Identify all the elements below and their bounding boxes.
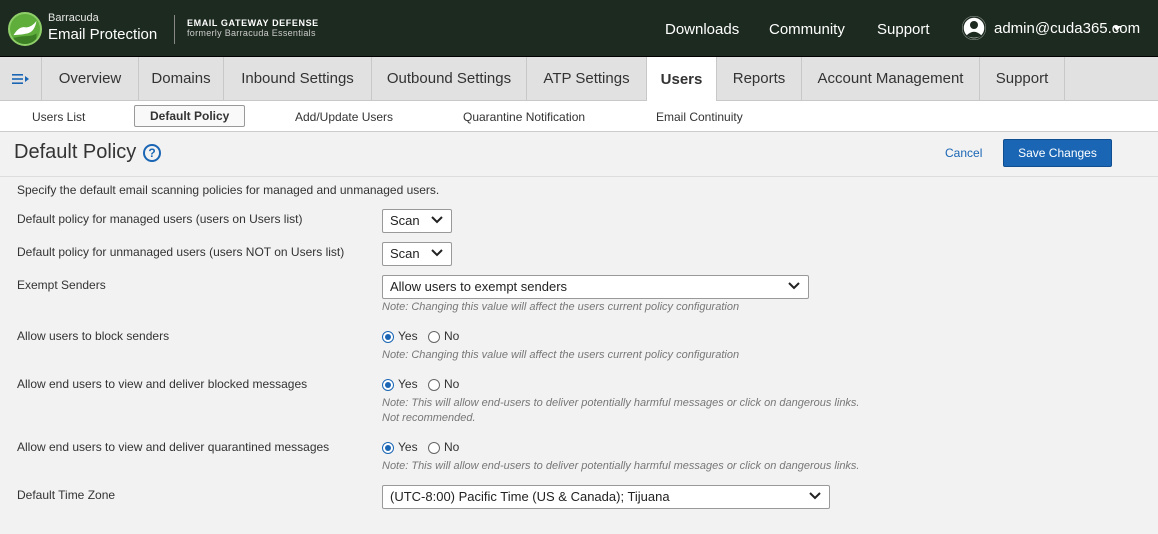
brand-product-line: Email Protection xyxy=(48,26,158,43)
top-bar: Barracuda Email Protection EMAIL GATEWAY… xyxy=(0,0,1158,57)
exempt-senders-note: Note: Changing this value will affect th… xyxy=(382,301,740,313)
subtab-users-list[interactable]: Users List xyxy=(32,110,85,124)
sub-tabs: Users List Default Policy Add/Update Use… xyxy=(0,101,1158,132)
quarantined-messages-label: Allow end users to view and deliver quar… xyxy=(17,440,330,454)
tab-inbound-settings[interactable]: Inbound Settings xyxy=(224,57,372,100)
exempt-senders-value: Allow users to exempt senders xyxy=(390,279,568,294)
barracuda-logo-icon[interactable] xyxy=(8,12,42,46)
managed-policy-label: Default policy for managed users (users … xyxy=(17,212,303,226)
managed-policy-select[interactable]: Scan xyxy=(382,209,452,233)
exempt-senders-select[interactable]: Allow users to exempt senders xyxy=(382,275,809,299)
page-title: Default Policy xyxy=(14,141,137,163)
blocked-messages-yes-label[interactable]: Yes xyxy=(398,377,418,391)
main-tabs: Overview Domains Inbound Settings Outbou… xyxy=(0,57,1158,101)
blocked-messages-label: Allow end users to view and deliver bloc… xyxy=(17,377,308,391)
blocked-messages-no-label[interactable]: No xyxy=(444,377,459,391)
time-zone-select[interactable]: (UTC-8:00) Pacific Time (US & Canada); T… xyxy=(382,485,830,509)
product-name: EMAIL GATEWAY DEFENSE formerly Barracuda… xyxy=(187,18,319,39)
chevron-down-icon xyxy=(809,492,821,500)
chevron-down-icon xyxy=(431,249,443,257)
quarantined-messages-no-label[interactable]: No xyxy=(444,440,459,454)
tab-account-management[interactable]: Account Management xyxy=(802,57,980,100)
tab-atp-settings[interactable]: ATP Settings xyxy=(527,57,647,100)
tab-outbound-settings[interactable]: Outbound Settings xyxy=(372,57,527,100)
block-senders-no-label[interactable]: No xyxy=(444,329,459,343)
block-senders-note: Note: Changing this value will affect th… xyxy=(382,349,740,361)
nav-downloads[interactable]: Downloads xyxy=(665,21,739,38)
blocked-messages-no-radio[interactable] xyxy=(428,379,440,391)
brand-company: Barracuda xyxy=(48,12,99,24)
help-icon[interactable]: ? xyxy=(143,144,161,162)
brand-divider xyxy=(174,15,175,44)
product-subtitle: formerly Barracuda Essentials xyxy=(187,28,316,39)
quarantined-messages-yes-label[interactable]: Yes xyxy=(398,440,418,454)
quarantined-messages-yes-radio[interactable] xyxy=(382,442,394,454)
quarantined-messages-no-radio[interactable] xyxy=(428,442,440,454)
tab-support[interactable]: Support xyxy=(980,57,1065,100)
product-title: EMAIL GATEWAY DEFENSE xyxy=(187,18,319,28)
tab-domains[interactable]: Domains xyxy=(139,57,224,100)
block-senders-no-radio[interactable] xyxy=(428,331,440,343)
time-zone-label: Default Time Zone xyxy=(17,488,116,502)
user-avatar-icon[interactable] xyxy=(962,16,986,40)
blocked-messages-yes-radio[interactable] xyxy=(382,379,394,391)
blocked-messages-note: Note: This will allow end-users to deliv… xyxy=(382,397,860,409)
unmanaged-policy-value: Scan xyxy=(390,246,420,261)
chevron-down-icon xyxy=(788,282,800,290)
subtab-email-continuity[interactable]: Email Continuity xyxy=(656,110,743,124)
managed-policy-value: Scan xyxy=(390,213,420,228)
subtab-quarantine-notification[interactable]: Quarantine Notification xyxy=(463,110,585,124)
unmanaged-policy-label: Default policy for unmanaged users (user… xyxy=(17,245,345,259)
unmanaged-policy-select[interactable]: Scan xyxy=(382,242,452,266)
intro-text: Specify the default email scanning polic… xyxy=(17,183,440,197)
tab-reports[interactable]: Reports xyxy=(717,57,802,100)
exempt-senders-label: Exempt Senders xyxy=(17,278,106,292)
tab-users[interactable]: Users xyxy=(647,57,717,101)
quarantined-messages-note: Note: This will allow end-users to deliv… xyxy=(382,460,860,472)
block-senders-label: Allow users to block senders xyxy=(17,329,170,343)
nav-support[interactable]: Support xyxy=(877,21,930,38)
block-senders-yes-radio[interactable] xyxy=(382,331,394,343)
save-changes-button[interactable]: Save Changes xyxy=(1003,139,1112,167)
chevron-down-icon xyxy=(431,216,443,224)
subtab-default-policy[interactable]: Default Policy xyxy=(134,105,246,127)
tab-overview[interactable]: Overview xyxy=(42,57,139,100)
subtab-add-update-users[interactable]: Add/Update Users xyxy=(295,110,393,124)
brand-name: Barracuda Email Protection xyxy=(48,12,158,43)
nav-community[interactable]: Community xyxy=(769,21,845,38)
time-zone-value: (UTC-8:00) Pacific Time (US & Canada); T… xyxy=(390,489,670,504)
cancel-button[interactable]: Cancel xyxy=(945,146,982,160)
menu-toggle-icon[interactable] xyxy=(0,57,42,100)
caret-down-icon[interactable] xyxy=(1113,26,1121,31)
block-senders-yes-label[interactable]: Yes xyxy=(398,329,418,343)
blocked-messages-warning: Not recommended. xyxy=(382,412,476,424)
